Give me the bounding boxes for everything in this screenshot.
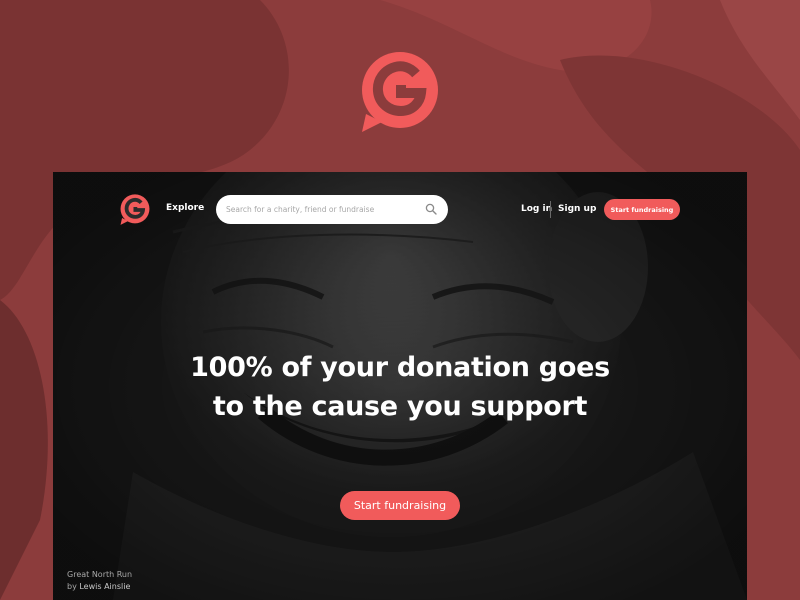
site-preview: Explore Log in Sign up Start fundraising… bbox=[53, 172, 747, 600]
brand-logo-icon[interactable] bbox=[119, 194, 151, 226]
hero-headline-line-2: to the cause you support bbox=[212, 391, 588, 422]
hero-start-fundraising-button[interactable]: Start fundraising bbox=[340, 491, 460, 520]
header-start-fundraising-button[interactable]: Start fundraising bbox=[604, 199, 680, 220]
nav-explore-link[interactable]: Explore bbox=[166, 203, 204, 213]
photo-credit-author: Lewis Ainslie bbox=[79, 582, 131, 591]
login-link[interactable]: Log in bbox=[521, 204, 552, 214]
hero-headline: 100% of your donation goes to the cause … bbox=[53, 348, 747, 426]
photo-credit-title: Great North Run bbox=[67, 570, 133, 579]
site-header: Explore Log in Sign up Start fundraising bbox=[53, 172, 747, 252]
signup-link[interactable]: Sign up bbox=[558, 204, 596, 214]
search-bar bbox=[216, 195, 448, 224]
nav-divider bbox=[550, 201, 551, 218]
search-input[interactable] bbox=[226, 195, 414, 224]
photo-credit: Great North Run by Lewis Ainslie bbox=[67, 569, 132, 593]
search-icon[interactable] bbox=[425, 203, 437, 215]
photo-credit-by-prefix: by bbox=[67, 582, 80, 591]
photo-credit-byline: by Lewis Ainslie bbox=[67, 581, 132, 593]
hero-headline-line-1: 100% of your donation goes bbox=[190, 352, 610, 383]
brand-logo-large bbox=[362, 52, 438, 132]
